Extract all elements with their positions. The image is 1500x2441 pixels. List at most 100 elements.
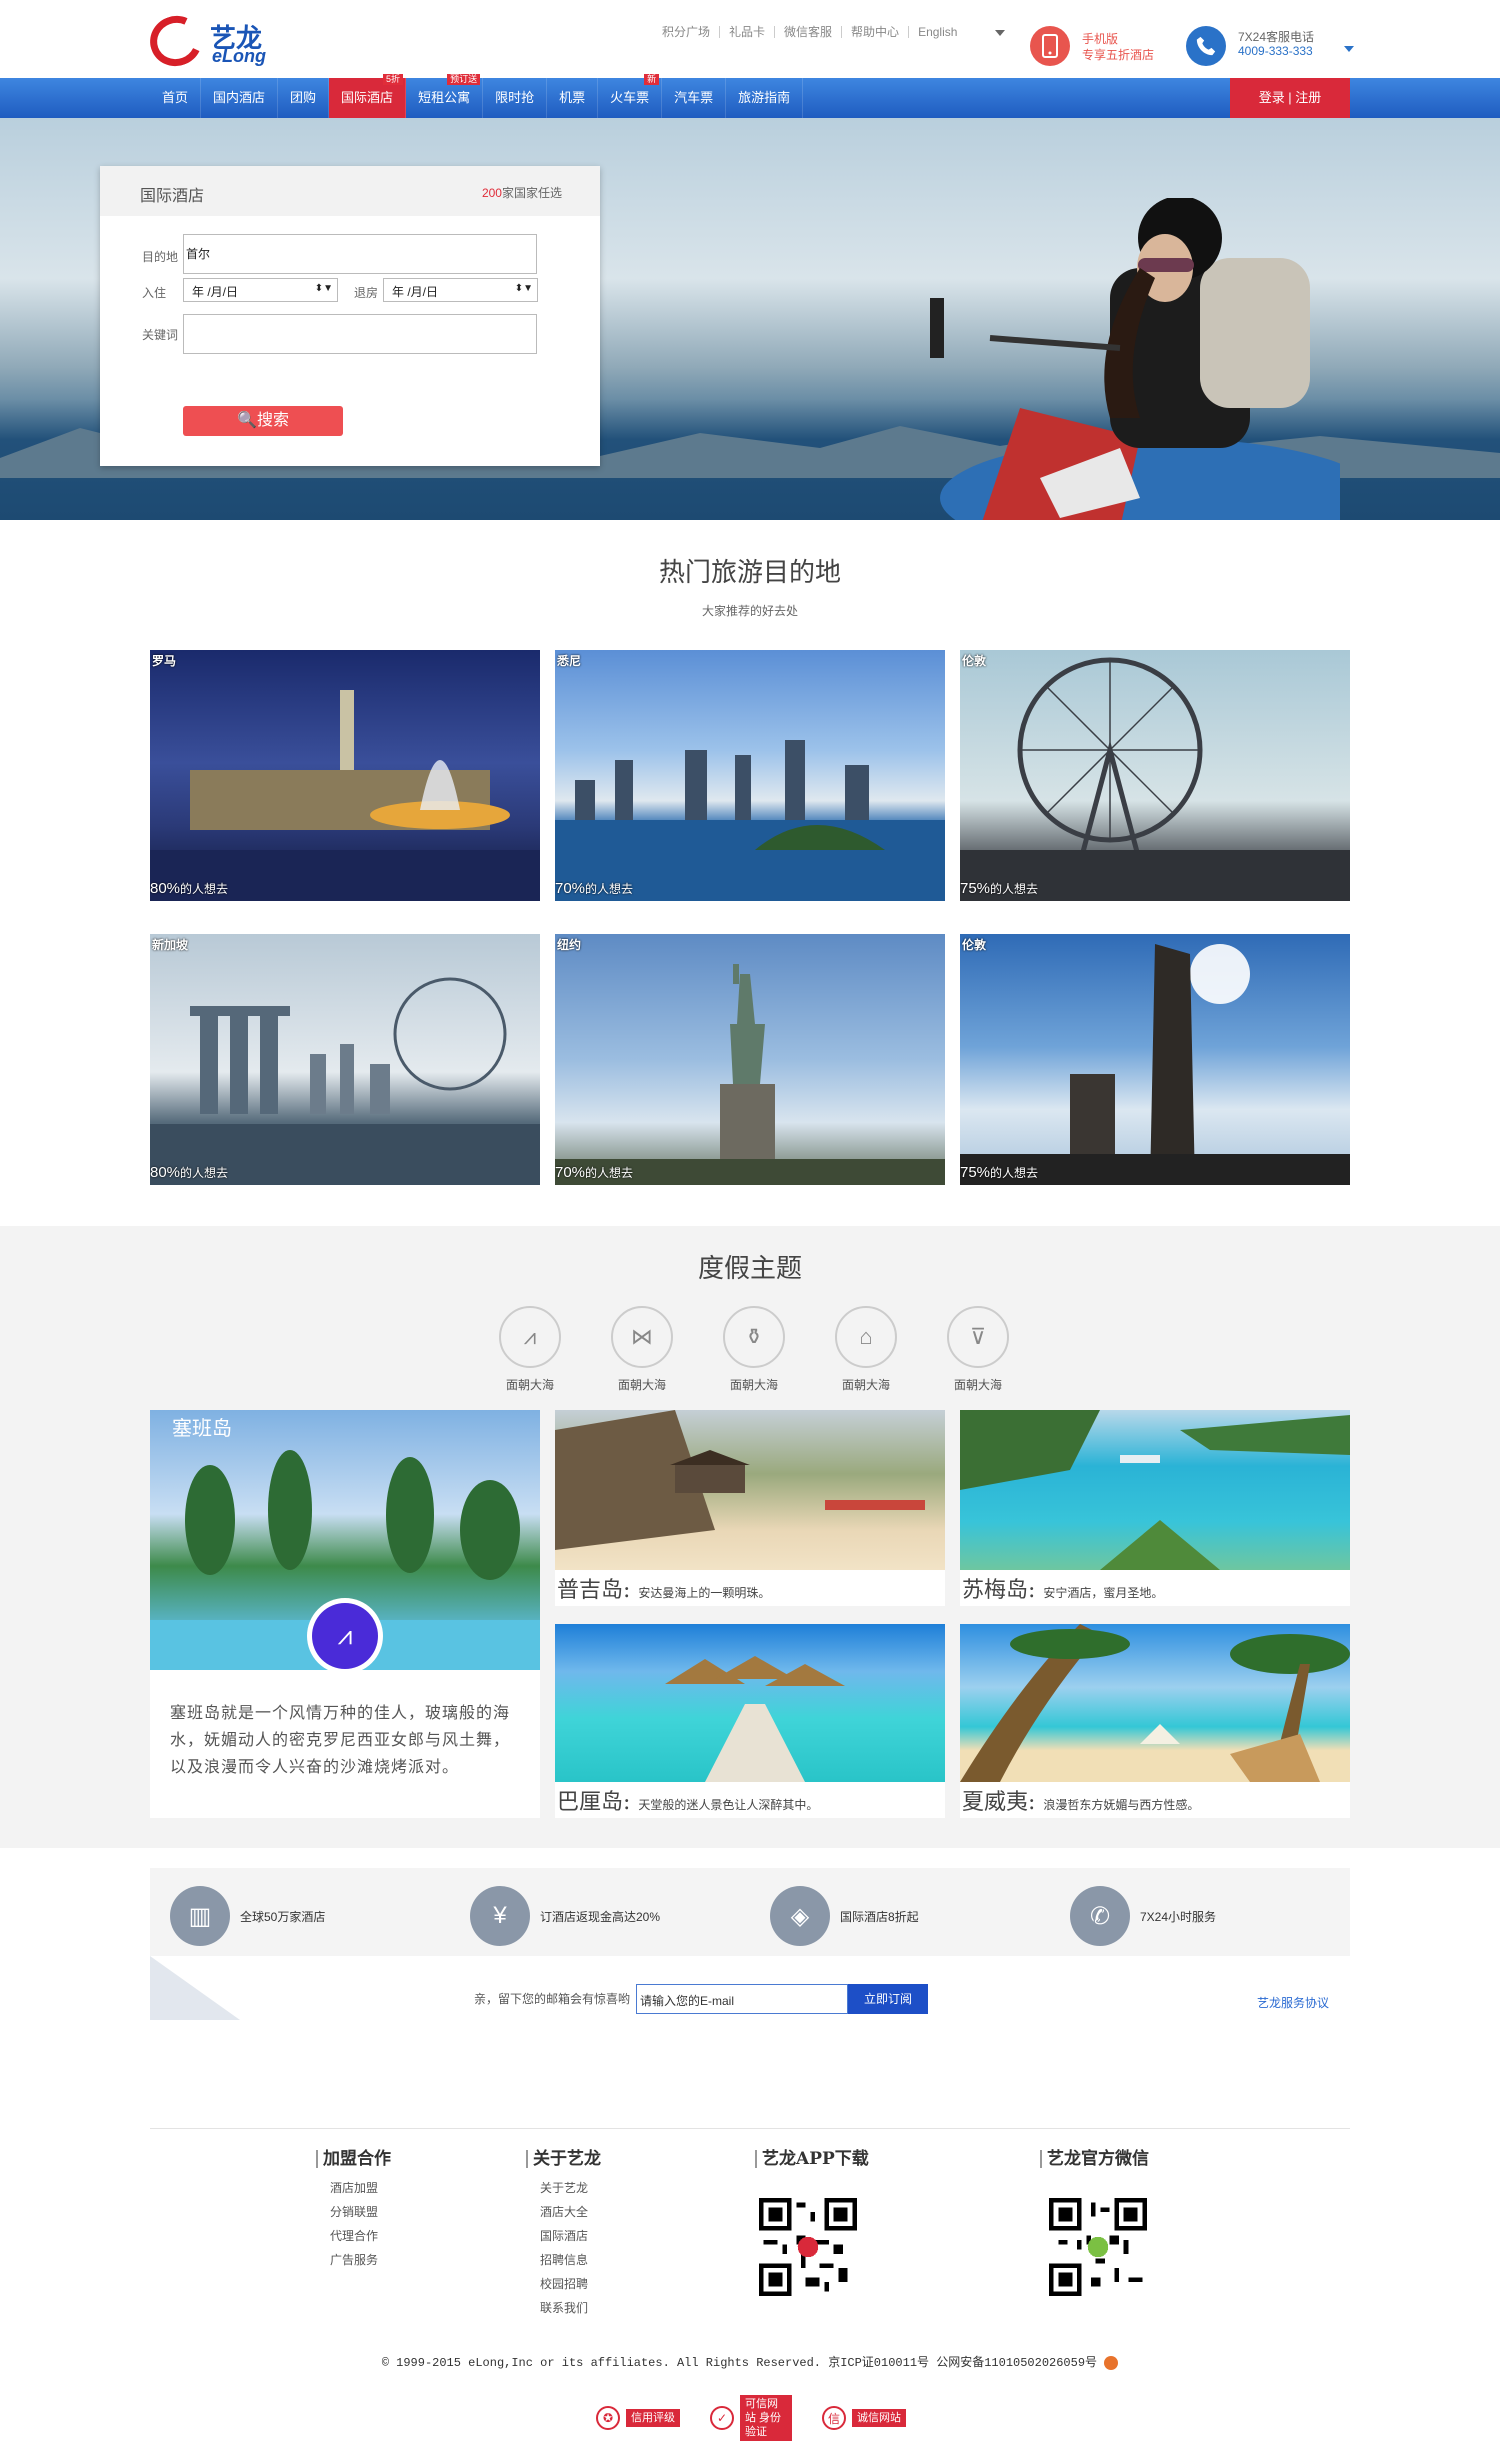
destination-popularity: 80%的人想去 (150, 1164, 228, 1181)
nav-intl-hotel[interactable]: 国际酒店 5折 (329, 74, 407, 118)
calendar-dropdown-icon[interactable]: ⬍▼ (315, 283, 333, 294)
toplink-english[interactable]: English (908, 26, 966, 38)
destination-card-singapore[interactable]: 新加坡 80%的人想去 (150, 934, 540, 1185)
nav-flights[interactable]: 机票 (547, 78, 599, 118)
theme-option[interactable]: ⚱ 面朝大海 (722, 1306, 786, 1393)
footer-link[interactable]: 酒店大全 (540, 2200, 601, 2224)
theme-option[interactable]: ⩘ 面朝大海 (498, 1306, 562, 1393)
login-register-button[interactable]: 登录 | 注册 (1230, 78, 1350, 118)
footer-link[interactable]: 国际酒店 (540, 2224, 601, 2248)
mobile-phone-icon (1030, 26, 1070, 66)
checkin-date-input[interactable]: 年 /月/日 ⬍▼ (183, 278, 338, 302)
nav-flash-sale[interactable]: 限时抢 (483, 78, 548, 118)
keyword-label: 关键词 (142, 328, 179, 342)
footer-link[interactable]: 代理合作 (330, 2224, 391, 2248)
nav-home[interactable]: 首页 (150, 78, 202, 118)
logo-swirl-icon (143, 8, 209, 74)
theme-option[interactable]: ⌂ 面朝大海 (834, 1306, 898, 1393)
keyword-input[interactable] (183, 314, 537, 354)
footer-col-title: 加盟合作 (316, 2150, 391, 2168)
nav-label: 国际酒店 (341, 90, 394, 105)
destination-card-london[interactable]: 伦敦 75%的人想去 (960, 650, 1350, 901)
nav-domestic-hotel[interactable]: 国内酒店 (201, 78, 279, 118)
toplink-points[interactable]: 积分广场 (662, 26, 719, 38)
theme-card-koh-samui[interactable]: 苏梅岛: 安宁酒店，蜜月圣地。 (960, 1410, 1350, 1606)
cert-integrity-site[interactable]: 信诚信网站 (822, 2404, 906, 2432)
destination-card-newyork[interactable]: 纽约 70%的人想去 (555, 934, 945, 1185)
country-count: 200家国家任选 (482, 184, 562, 201)
feature-badge: ⩘ (307, 1598, 383, 1674)
email-input[interactable]: 请输入您的E-mail (636, 1984, 848, 2014)
footer-col-title: 艺龙APP下载 (755, 2150, 869, 2168)
theme-title: 度假主题 (697, 1254, 802, 1284)
theme-card-hawaii[interactable]: 夏威夷: 浪漫哲东方妩媚与西方性感。 (960, 1624, 1350, 1818)
search-icon: 🔍 (237, 412, 257, 429)
copyright-text: © 1999-2015 eLong,Inc or its affiliates.… (381, 2356, 1098, 2370)
nav-label: 机票 (559, 90, 586, 105)
cert-credit-rating[interactable]: ✪ 信用评级 (596, 2404, 680, 2432)
checkout-date-input[interactable]: 年 /月/日 ⬍▼ (383, 278, 538, 302)
bottle-icon: ⚱ (723, 1306, 785, 1368)
toplink-help[interactable]: 帮助中心 (841, 26, 908, 38)
phone-icon (1186, 26, 1226, 66)
cert-trusted-site[interactable]: ✓ 可信网站 身份验证 (710, 2395, 792, 2441)
destination-name: 新加坡 (152, 938, 189, 952)
destination-input[interactable]: 首尔 (183, 234, 537, 274)
footer-link[interactable]: 联系我们 (540, 2296, 601, 2320)
footer-link[interactable]: 分销联盟 (330, 2200, 391, 2224)
destination-name: 悉尼 (557, 654, 582, 668)
police-badge-icon (1104, 2355, 1119, 2370)
footer-link[interactable]: 招聘信息 (540, 2248, 601, 2272)
nav-apartment[interactable]: 短租公寓 预订送 (406, 74, 484, 118)
card-title: 苏梅岛: (962, 1578, 1036, 1603)
bag-icon: ⊽ (947, 1306, 1009, 1368)
nav-travel-guide[interactable]: 旅游指南 (726, 78, 804, 118)
toplink-wechat-service[interactable]: 微信客服 (774, 26, 841, 38)
theme-card-bali[interactable]: 巴厘岛: 天堂般的迷人景色让人深醉其中。 (555, 1624, 945, 1818)
nav-label: 团购 (290, 90, 317, 105)
footer-link[interactable]: 广告服务 (330, 2248, 391, 2272)
theme-option[interactable]: ⋈ 面朝大海 (610, 1306, 674, 1393)
popularity-suffix: 的人想去 (990, 882, 1039, 896)
feature-label: 全球50万家酒店 (240, 1910, 326, 1924)
mobile-app-link[interactable]: 手机版 专享五折酒店 (1030, 26, 1160, 70)
feature-description: 塞班岛就是一个风情万种的佳人，玻璃般的海水，妩媚动人的密克罗尼西亚女郎与风土舞，… (170, 1705, 511, 1776)
elong-logo[interactable]: 艺龙 eLong (143, 8, 290, 74)
tag-icon: ◈ (770, 1886, 830, 1946)
destination-card-london-2[interactable]: 伦敦 75%的人想去 (960, 934, 1350, 1185)
checkin-label: 入住 (142, 286, 167, 300)
theme-option[interactable]: ⊽ 面朝大海 (946, 1306, 1010, 1393)
feature-destination-name: 塞班岛 (172, 1416, 232, 1440)
destinations-grid: 罗马 80%的人想去 悉尼 70%的人想去 伦敦 75%的人想去 新加坡 80%… (150, 650, 1350, 1185)
destination-card-sydney[interactable]: 悉尼 70%的人想去 (555, 650, 945, 901)
theme-option-label: 面朝大海 (953, 1378, 1002, 1392)
theme-icon-row: ⩘ 面朝大海 ⋈ 面朝大海 ⚱ 面朝大海 ⌂ 面朝大海 ⊽ 面朝大海 (498, 1306, 1018, 1392)
footer-link[interactable]: 关于艺龙 (540, 2176, 601, 2200)
destination-label: 目的地 (142, 250, 179, 264)
nav-groupbuy[interactable]: 团购 (278, 78, 330, 118)
calendar-dropdown-icon[interactable]: ⬍▼ (515, 283, 533, 294)
footer-link[interactable]: 酒店加盟 (330, 2176, 391, 2200)
popularity-suffix: 的人想去 (180, 1166, 229, 1180)
theme-feature-card-saipan[interactable]: 塞班岛 ⩘ 塞班岛就是一个风情万种的佳人，玻璃般的海水，妩媚动人的密克罗尼西亚女… (150, 1410, 540, 1818)
destination-card-rome[interactable]: 罗马 80%的人想去 (150, 650, 540, 901)
nav-bus[interactable]: 汽车票 (662, 78, 727, 118)
theme-card-phuket[interactable]: 普吉岛: 安达曼海上的一颗明珠。 (555, 1410, 945, 1606)
hotel-search-panel: 国际酒店 200家国家任选 目的地 首尔 入住 年 /月/日 ⬍▼ 退房 年 /月… (100, 166, 600, 466)
newsletter-subscribe: 亲，留下您的邮箱会有惊喜哟 请输入您的E-mail 立即订阅 艺龙服务协议 (150, 1956, 1350, 2020)
destinations-subtitle: 大家推荐的好去处 (701, 604, 798, 618)
footer-link[interactable]: 校园招聘 (540, 2272, 601, 2296)
search-button[interactable]: 🔍搜索 (183, 406, 343, 436)
service-agreement-link[interactable]: 艺龙服务协议 (1257, 1994, 1329, 2011)
nav-train[interactable]: 火车票 新 (598, 74, 663, 118)
logo-text-en: eLong (212, 46, 266, 66)
chevron-down-icon[interactable] (1344, 46, 1354, 52)
subscribe-button[interactable]: 立即订阅 (848, 1984, 928, 2014)
top-header: 艺龙 eLong 积分广场 礼品卡 微信客服 帮助中心 English 手机版 … (0, 0, 1500, 78)
chevron-down-icon[interactable] (995, 30, 1005, 36)
destination-popularity: 70%的人想去 (555, 880, 633, 897)
search-panel-header: 国际酒店 200家国家任选 (100, 166, 600, 216)
credit-seal-icon: ✪ (596, 2406, 620, 2430)
toplink-giftcard[interactable]: 礼品卡 (719, 26, 774, 38)
cert-label: 诚信网站 (852, 2409, 906, 2427)
